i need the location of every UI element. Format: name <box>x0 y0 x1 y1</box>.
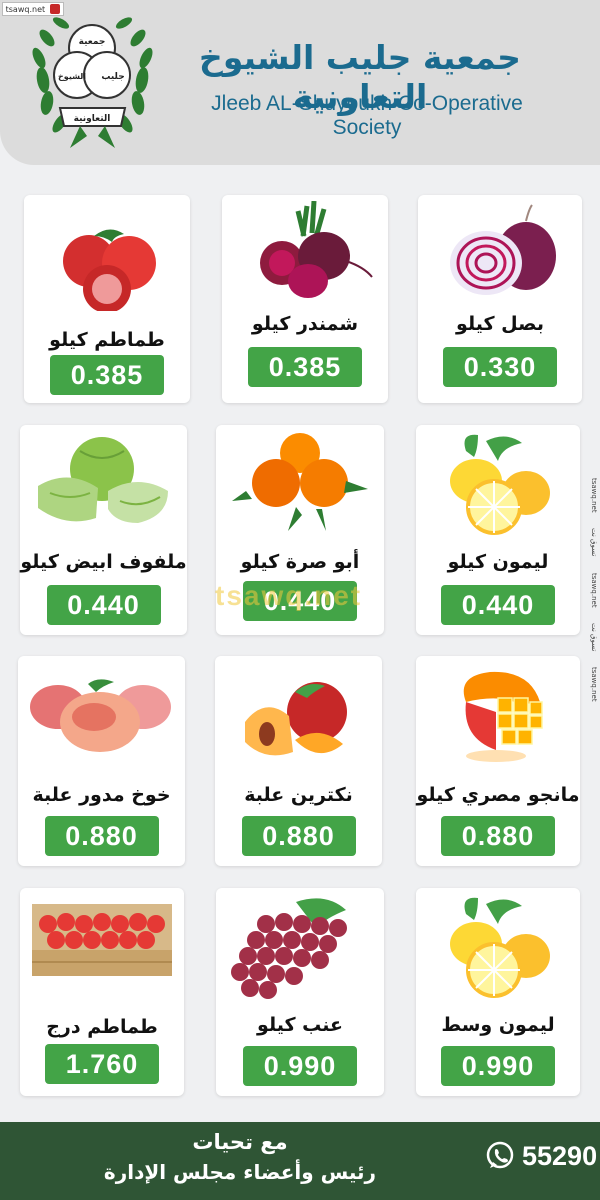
product-card-mango[interactable]: مانجو مصري كيلو 0.880 <box>416 656 580 866</box>
product-name: شمندر كيلو <box>251 313 359 335</box>
product-card-onion[interactable]: بصل كيلو 0.330 <box>418 195 582 403</box>
product-card-tomato-crate[interactable]: طماطم درج 1.760 <box>20 888 184 1096</box>
product-price: 0.440 <box>441 585 555 625</box>
nectarine-icon <box>245 682 347 756</box>
watermark: tsawq.net <box>215 580 363 611</box>
title-english: Jleeb AL-Shuyoukh Co-Operative Society <box>211 92 523 139</box>
product-price: 0.880 <box>44 816 159 856</box>
product-price: 0.330 <box>443 347 557 387</box>
header: tsawq.net جمعية الشيوخ جليب التعاونية جم… <box>0 0 600 165</box>
product-name: طماطم درج <box>46 1016 158 1038</box>
product-card-flat-peach[interactable]: خوخ مدور علبة 0.880 <box>18 656 185 866</box>
whatsapp-icon <box>486 1141 514 1169</box>
product-card-cabbage[interactable]: ملفوف ابيض كيلو 0.440 <box>20 425 187 635</box>
product-card-lemon[interactable]: ليمون كيلو 0.440 <box>416 425 580 635</box>
product-name: طماطم كيلو <box>49 329 165 351</box>
side-tag: tsawq.net <box>590 477 598 513</box>
flat-peach-icon <box>30 679 171 752</box>
product-name: بصل كيلو <box>456 313 544 335</box>
red-onion-icon <box>450 204 556 295</box>
product-price: 0.440 <box>46 585 161 625</box>
product-name: مانجو مصري كيلو <box>416 784 580 806</box>
product-price: 0.880 <box>441 816 555 856</box>
greeting-line-2: رئيس وأعضاء مجلس الإدارة <box>103 1160 377 1184</box>
footer: مع تحيات رئيس وأعضاء مجلس الإدارة 55290 <box>0 1122 600 1200</box>
svg-text:التعاونية: التعاونية <box>74 114 111 124</box>
orange-icon <box>232 433 368 531</box>
product-price: 0.990 <box>441 1046 555 1086</box>
product-price: 0.385 <box>248 347 362 387</box>
grapes-icon <box>231 898 347 999</box>
beetroot-icon <box>260 201 373 298</box>
svg-text:جليب: جليب <box>101 72 124 82</box>
lemon-icon <box>450 434 550 535</box>
side-tag: تسوق نت <box>590 528 598 557</box>
coop-logo: جمعية الشيوخ جليب التعاونية <box>32 17 153 148</box>
product-name: ليمون كيلو <box>447 551 549 573</box>
product-name: ملفوف ابيض كيلو <box>20 551 187 573</box>
product-card-grapes[interactable]: عنب كيلو 0.990 <box>216 888 384 1096</box>
side-tag: تسوق نت <box>590 623 598 652</box>
product-name: ليمون وسط <box>441 1014 555 1036</box>
greeting-line-1: مع تحيات <box>192 1130 288 1154</box>
product-name: أبو صرة كيلو <box>240 551 360 573</box>
product-price: 1.760 <box>45 1044 159 1084</box>
product-price: 0.880 <box>241 816 356 856</box>
product-price: 0.385 <box>50 355 164 395</box>
product-card-lemon-medium[interactable]: ليمون وسط 0.990 <box>416 888 580 1096</box>
svg-text:جمعية: جمعية <box>79 37 106 47</box>
cabbage-icon <box>38 437 168 523</box>
svg-text:الشيوخ: الشيوخ <box>58 72 86 81</box>
product-card-nectarine[interactable]: نكترين علبة 0.880 <box>215 656 382 866</box>
tomato-crate-icon <box>32 904 172 976</box>
product-name: خوخ مدور علبة <box>32 784 171 806</box>
lemon-icon <box>450 897 550 998</box>
side-tag: tsawq.net <box>590 667 598 702</box>
product-name: عنب كيلو <box>257 1014 343 1036</box>
product-name: نكترين علبة <box>244 784 353 806</box>
side-tag: tsawq.net <box>590 572 598 608</box>
product-price: 0.990 <box>243 1046 357 1086</box>
tomato-icon <box>63 229 156 311</box>
mango-icon <box>463 671 543 762</box>
side-tags: tsawq.net تسوق نت tsawq.net تسوق نت tsaw… <box>588 470 600 710</box>
phone-number[interactable]: 55290 <box>484 1140 597 1172</box>
phone-text: 55290 <box>522 1140 598 1171</box>
product-card-tomato[interactable]: طماطم كيلو 0.385 <box>24 195 190 403</box>
product-card-beetroot[interactable]: شمندر كيلو 0.385 <box>222 195 388 403</box>
